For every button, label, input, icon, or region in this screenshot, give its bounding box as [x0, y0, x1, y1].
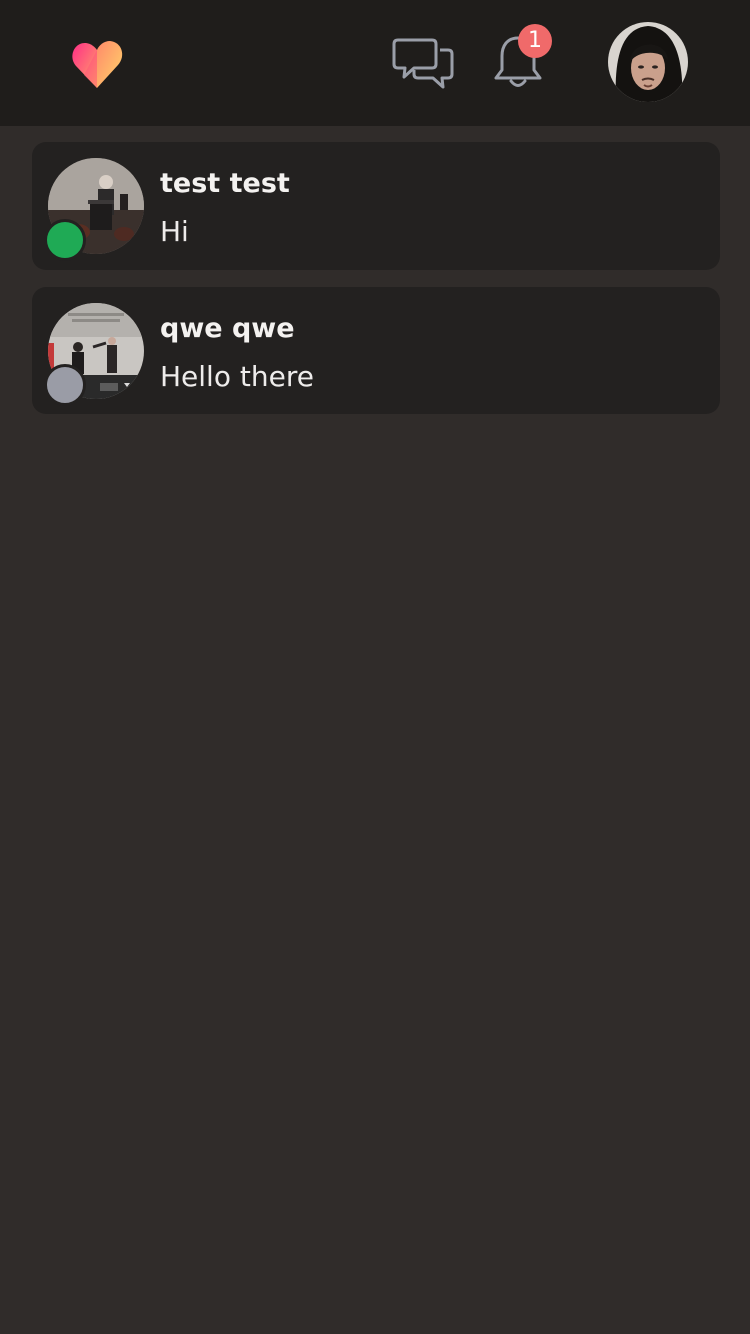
- conversation-item[interactable]: test test Hi: [32, 142, 720, 270]
- top-navigation-bar: 1: [0, 0, 750, 126]
- online-status-indicator: [44, 219, 86, 261]
- contact-name: qwe qwe: [160, 313, 295, 344]
- user-avatar[interactable]: [608, 22, 688, 102]
- last-message: Hi: [160, 215, 189, 248]
- chat-bubbles-icon: [392, 38, 454, 89]
- offline-status-indicator: [44, 364, 86, 406]
- messages-button[interactable]: [390, 32, 456, 94]
- notification-count-badge: 1: [518, 24, 552, 58]
- contact-name: test test: [160, 168, 290, 199]
- heart-logo-icon[interactable]: [70, 36, 126, 92]
- last-message: Hello there: [160, 360, 314, 393]
- conversation-item[interactable]: qwe qwe Hello there: [32, 287, 720, 414]
